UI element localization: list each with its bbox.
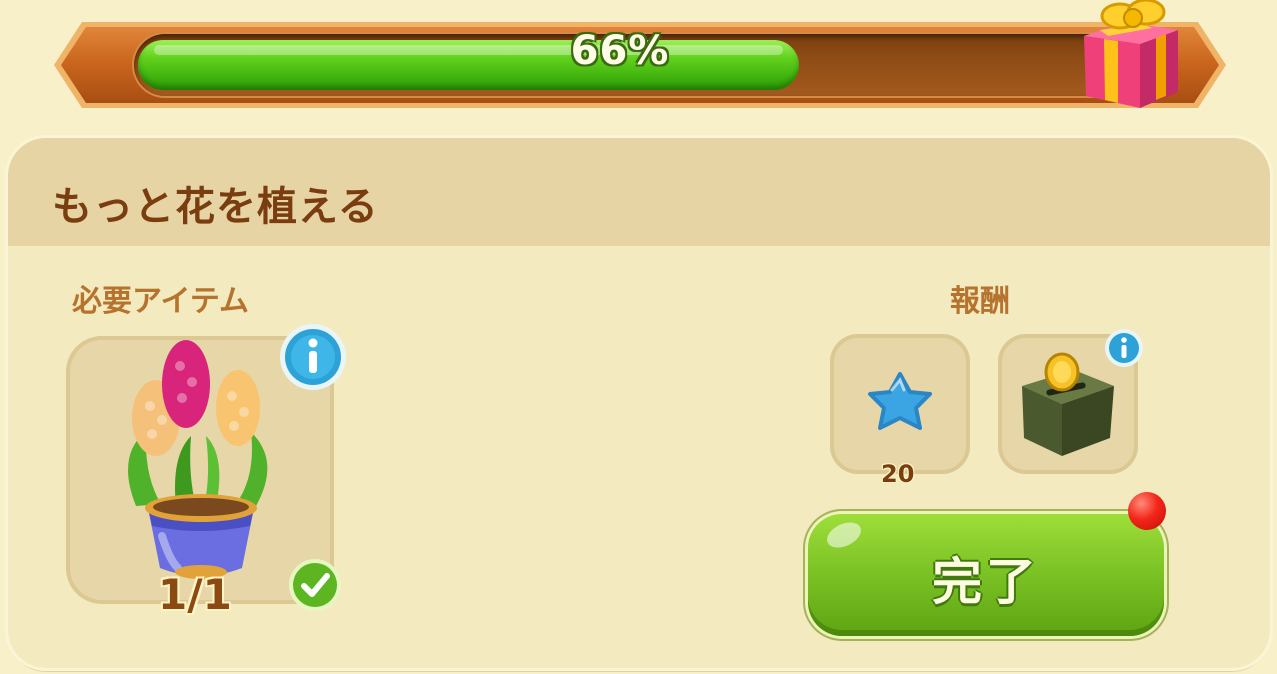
- progress-banner: 66%: [52, 20, 1228, 110]
- info-icon[interactable]: [278, 322, 348, 392]
- requirements-heading: 必要アイテム: [72, 284, 249, 319]
- blue-star-icon: [868, 372, 932, 430]
- progress-percent-label: 66%: [570, 28, 670, 74]
- complete-button[interactable]: 完了: [808, 514, 1164, 636]
- rewards-heading: 報酬: [950, 284, 1010, 319]
- complete-button-label: 完了: [932, 553, 1040, 611]
- quest-title: もっと花を植える: [52, 184, 379, 230]
- reward-count: 20: [881, 460, 915, 488]
- checkmark-icon: [289, 559, 341, 611]
- notification-dot: [1128, 492, 1166, 530]
- quest-header: もっと花を植える: [8, 138, 1270, 246]
- quest-panel: もっと花を植える 必要アイテム 報酬 1/1 20 完了: [8, 138, 1270, 668]
- gift-box-icon[interactable]: [1078, 0, 1184, 112]
- info-icon[interactable]: [1104, 328, 1144, 368]
- requirement-count: 1/1: [158, 570, 232, 619]
- reward-item-card[interactable]: [830, 334, 970, 474]
